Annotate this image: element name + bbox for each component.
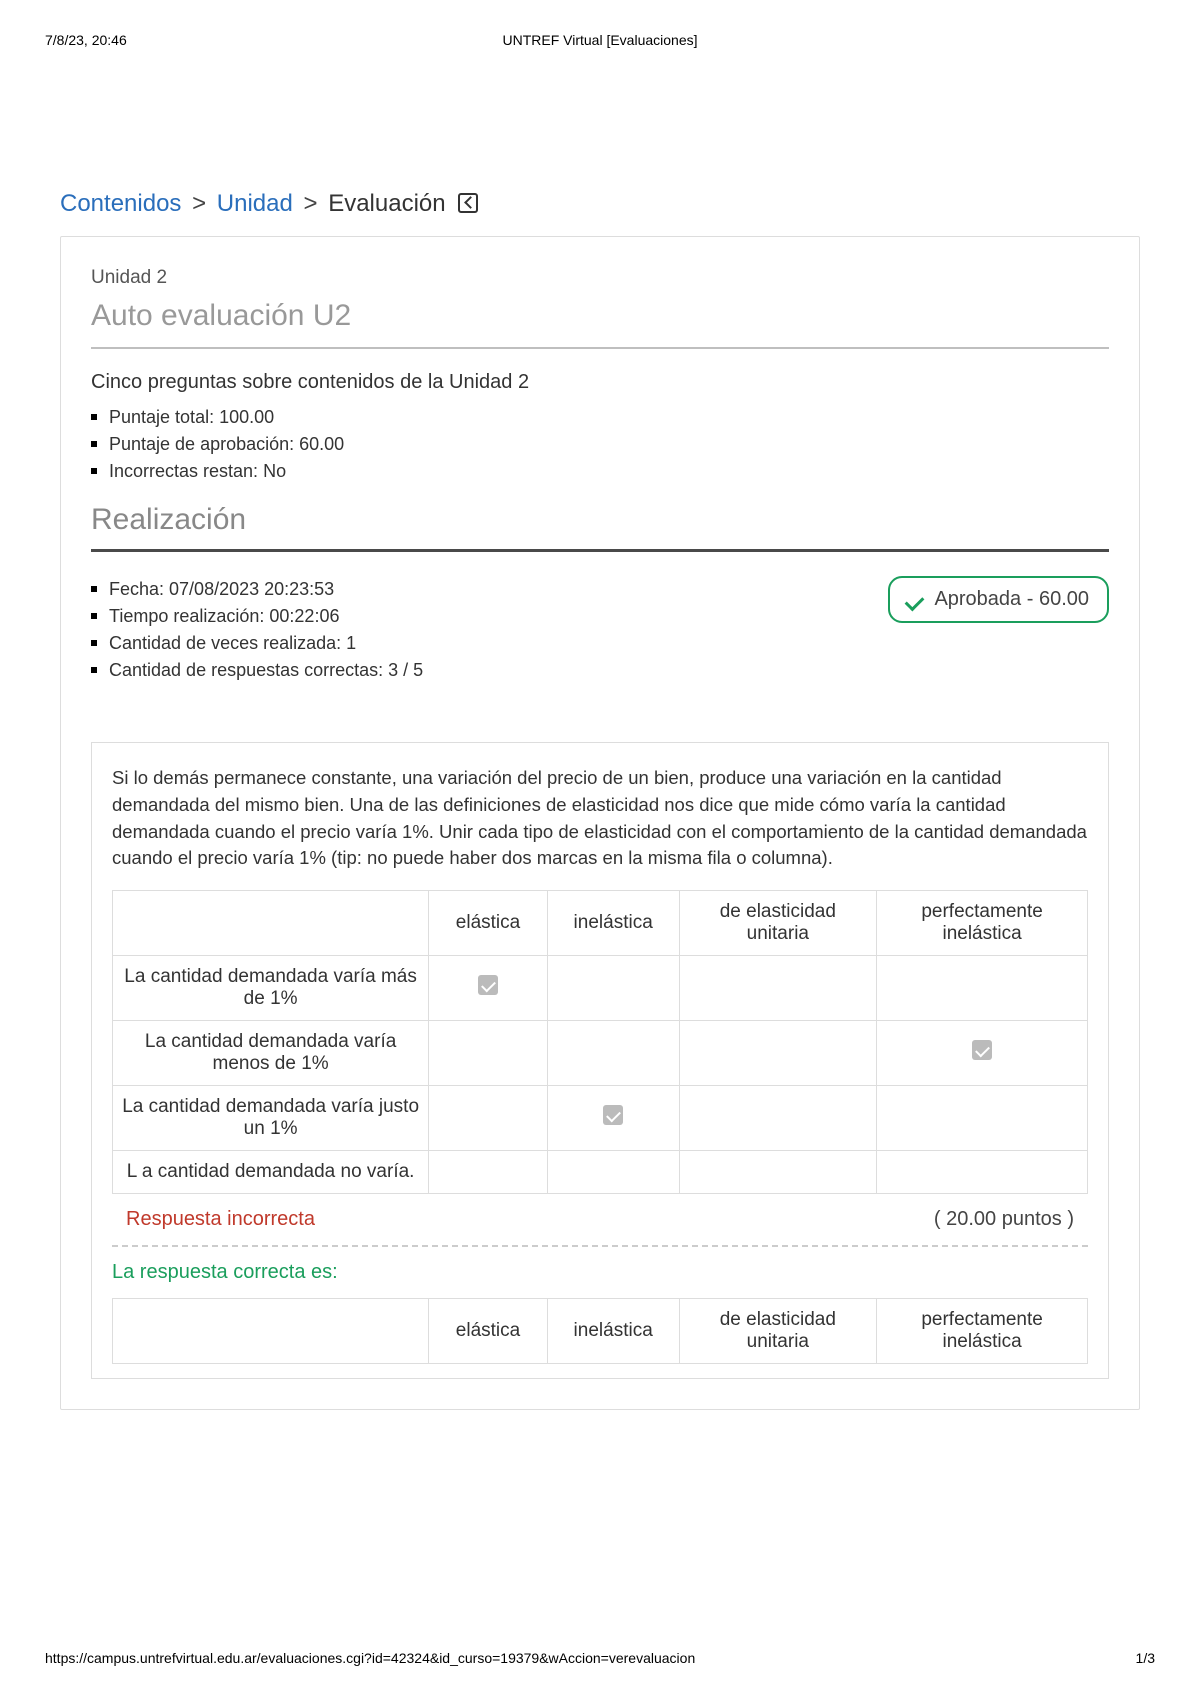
separator: [112, 1245, 1088, 1247]
list-item: Puntaje de aprobación: 60.00: [91, 431, 1109, 458]
answer-cell[interactable]: [429, 1021, 548, 1086]
realization-info-list: Fecha: 07/08/2023 20:23:53 Tiempo realiz…: [91, 576, 888, 684]
table-header: de elasticidad unitaria: [679, 891, 877, 956]
realization-heading: Realización: [91, 503, 1109, 552]
breadcrumb-contenidos[interactable]: Contenidos: [60, 190, 181, 217]
answer-cell[interactable]: [547, 1086, 679, 1151]
table-row: La cantidad demandada varía justo un 1%: [113, 1086, 1088, 1151]
row-label: La cantidad demandada varía menos de 1%: [113, 1021, 429, 1086]
list-item: Puntaje total: 100.00: [91, 404, 1109, 431]
check-icon: [904, 589, 926, 611]
list-item: Incorrectas restan: No: [91, 458, 1109, 485]
breadcrumb-sep: >: [192, 190, 206, 217]
print-datetime: 7/8/23, 20:46: [45, 32, 127, 48]
list-item: Cantidad de respuestas correctas: 3 / 5: [91, 657, 888, 684]
eval-description: Cinco preguntas sobre contenidos de la U…: [91, 371, 1109, 394]
back-icon[interactable]: [458, 193, 478, 213]
table-row: elástica inelástica de elasticidad unita…: [113, 1299, 1088, 1364]
list-item: Fecha: 07/08/2023 20:23:53: [91, 576, 888, 603]
table-header: perfectamente inelástica: [877, 1299, 1088, 1364]
footer-url: https://campus.untrefvirtual.edu.ar/eval…: [45, 1650, 695, 1666]
row-label: La cantidad demandada varía justo un 1%: [113, 1086, 429, 1151]
question-text: Si lo demás permanece constante, una var…: [112, 765, 1088, 872]
row-label: La cantidad demandada varía más de 1%: [113, 956, 429, 1021]
answer-cell[interactable]: [877, 1151, 1088, 1194]
check-icon: [603, 1105, 623, 1125]
footer-page: 1/3: [1136, 1650, 1155, 1666]
check-icon: [972, 1040, 992, 1060]
table-header: inelástica: [547, 891, 679, 956]
table-header: inelástica: [547, 1299, 679, 1364]
answer-cell[interactable]: [429, 1151, 548, 1194]
page-title: Auto evaluación U2: [91, 299, 1109, 349]
table-row: La cantidad demandada varía menos de 1%: [113, 1021, 1088, 1086]
breadcrumb: Contenidos > Unidad > Evaluación: [60, 190, 1140, 218]
answer-cell[interactable]: [547, 956, 679, 1021]
list-item: Cantidad de veces realizada: 1: [91, 630, 888, 657]
answer-cell[interactable]: [429, 956, 548, 1021]
answer-cell[interactable]: [679, 956, 877, 1021]
breadcrumb-current: Evaluación: [328, 190, 445, 217]
print-title: UNTREF Virtual [Evaluaciones]: [502, 32, 697, 48]
status-text: Aprobada - 60.00: [934, 588, 1089, 611]
answer-cell[interactable]: [547, 1151, 679, 1194]
check-icon: [478, 975, 498, 995]
table-row: L a cantidad demandada no varía.: [113, 1151, 1088, 1194]
answer-cell[interactable]: [877, 1086, 1088, 1151]
table-header: de elasticidad unitaria: [679, 1299, 877, 1364]
table-row: La cantidad demandada varía más de 1%: [113, 956, 1088, 1021]
correct-answer-table: elástica inelástica de elasticidad unita…: [112, 1298, 1088, 1364]
table-header: perfectamente inelástica: [877, 891, 1088, 956]
question-box: Si lo demás permanece constante, una var…: [91, 742, 1109, 1379]
breadcrumb-unidad[interactable]: Unidad: [217, 190, 293, 217]
row-label: L a cantidad demandada no varía.: [113, 1151, 429, 1194]
answer-cell[interactable]: [429, 1086, 548, 1151]
breadcrumb-sep: >: [304, 190, 318, 217]
page-content: Contenidos > Unidad > Evaluación Unidad …: [60, 190, 1140, 1410]
unit-label: Unidad 2: [91, 267, 1109, 289]
table-header: elástica: [429, 1299, 548, 1364]
answer-cell[interactable]: [547, 1021, 679, 1086]
table-row: elástica inelástica de elasticidad unita…: [113, 891, 1088, 956]
print-header: 7/8/23, 20:46 UNTREF Virtual [Evaluacion…: [45, 32, 1155, 48]
answer-cell[interactable]: [877, 1021, 1088, 1086]
table-header: [113, 891, 429, 956]
status-badge: Aprobada - 60.00: [888, 576, 1109, 623]
table-header: [113, 1299, 429, 1364]
answer-cell[interactable]: [679, 1151, 877, 1194]
correct-answer-label: La respuesta correcta es:: [112, 1261, 1088, 1298]
result-label: Respuesta incorrecta: [126, 1208, 315, 1231]
main-panel: Unidad 2 Auto evaluación U2 Cinco pregun…: [60, 236, 1140, 1410]
points-label: ( 20.00 puntos ): [934, 1208, 1074, 1231]
answer-table: elástica inelástica de elasticidad unita…: [112, 890, 1088, 1194]
result-row: Respuesta incorrecta ( 20.00 puntos ): [112, 1208, 1088, 1245]
answer-cell[interactable]: [877, 956, 1088, 1021]
print-footer: https://campus.untrefvirtual.edu.ar/eval…: [45, 1650, 1155, 1666]
list-item: Tiempo realización: 00:22:06: [91, 603, 888, 630]
answer-cell[interactable]: [679, 1021, 877, 1086]
answer-cell[interactable]: [679, 1086, 877, 1151]
eval-info-list: Puntaje total: 100.00 Puntaje de aprobac…: [91, 404, 1109, 485]
realization-row: Fecha: 07/08/2023 20:23:53 Tiempo realiz…: [91, 576, 1109, 702]
table-header: elástica: [429, 891, 548, 956]
